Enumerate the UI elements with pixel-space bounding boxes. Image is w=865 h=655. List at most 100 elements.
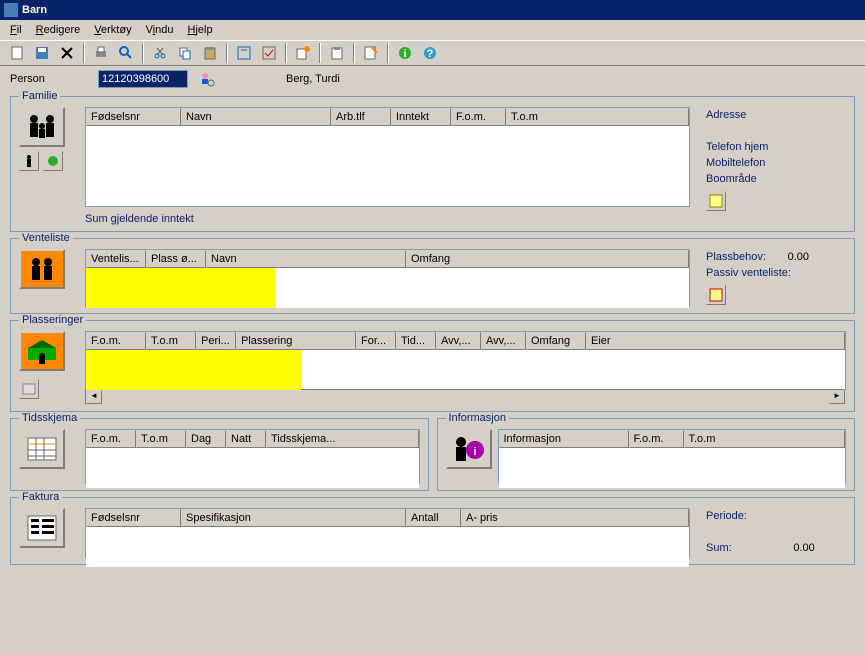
col-fom[interactable]: F.o.m. [86,332,146,350]
print-icon[interactable] [90,42,112,64]
menu-fil[interactable]: Fil [4,22,28,38]
col-navn[interactable]: Navn [206,250,406,268]
col-for[interactable]: For... [356,332,396,350]
venteliste-group: Venteliste Ventelis... Plass ø... Navn O… [10,238,855,314]
lbl-periode: Periode: [706,508,846,524]
person-id-input[interactable] [98,70,188,88]
plasseringer-scrollbar[interactable]: ◄ ► [85,389,846,405]
informasjon-table[interactable]: Informasjon F.o.m. T.o.m [498,429,847,484]
val-sum: 0.00 [775,540,815,556]
col-fom[interactable]: F.o.m. [451,108,506,126]
col-fom[interactable]: F.o.m. [629,430,684,448]
menu-verktoy[interactable]: Verktøy [88,22,137,38]
svg-text:i: i [473,446,476,458]
person-name: Berg, Turdi [286,73,340,85]
info-icon[interactable]: i [394,42,416,64]
tool2-icon[interactable] [258,42,280,64]
plasseringer-group: Plasseringer F.o.m. T.o.m Peri... Plasse… [10,320,855,412]
col-arbtlf[interactable]: Arb.tlf [331,108,391,126]
col-navn[interactable]: Navn [181,108,331,126]
menu-redigere[interactable]: Redigere [30,22,87,38]
col-fodselsnr[interactable]: Fødselsnr [86,108,181,126]
edit-icon[interactable] [360,42,382,64]
plasseringer-table[interactable]: F.o.m. T.o.m Peri... Plassering For... T… [85,331,846,389]
save-icon[interactable] [31,42,53,64]
sum-inntekt: Sum gjeldende inntekt [85,213,846,225]
search-icon[interactable] [115,42,137,64]
faktura-button[interactable] [19,508,65,548]
tidsskjema-button[interactable] [19,429,65,469]
col-omfang[interactable]: Omfang [406,250,689,268]
col-antall[interactable]: Antall [406,509,461,527]
scroll-right-icon[interactable]: ► [829,390,845,404]
tidsskjema-table[interactable]: F.o.m. T.o.m Dag Natt Tidsskjema... [85,429,420,484]
venteliste-button[interactable] [19,249,65,289]
menu-vindu[interactable]: Vindu [140,22,180,38]
delete-icon[interactable] [56,42,78,64]
informasjon-button[interactable]: i [446,429,492,469]
col-apris[interactable]: A- pris [461,509,689,527]
col-fom[interactable]: F.o.m. [86,430,136,448]
familie-sm1[interactable] [19,151,39,171]
lbl-sum: Sum: [706,542,732,554]
col-omfang[interactable]: Omfang [526,332,586,350]
app-icon [4,3,18,17]
note-icon[interactable] [706,191,726,211]
col-tid[interactable]: Tid... [396,332,436,350]
col-tom[interactable]: T.o.m [684,430,846,448]
toolbar: i ? [0,40,865,66]
faktura-table[interactable]: Fødselsnr Spesifikasjon Antall A- pris [85,508,690,558]
familie-button[interactable] [19,107,65,147]
col-inntekt[interactable]: Inntekt [391,108,451,126]
plasseringer-sm[interactable] [19,379,39,399]
col-ventelis[interactable]: Ventelis... [86,250,146,268]
col-eier[interactable]: Eier [586,332,845,350]
col-plass[interactable]: Plass ø... [146,250,206,268]
paste-icon[interactable] [199,42,221,64]
informasjon-legend: Informasjon [446,412,509,424]
familie-sm2[interactable] [43,151,63,171]
faktura-side: Periode: Sum: 0.00 [696,508,846,558]
col-dag[interactable]: Dag [186,430,226,448]
cut-icon[interactable] [149,42,171,64]
col-tom[interactable]: T.o.m [146,332,196,350]
menu-hjelp[interactable]: Hjelp [182,22,219,38]
person-bar: Person Berg, Turdi [0,66,865,92]
venteliste-note-icon[interactable] [706,285,726,305]
col-info[interactable]: Informasjon [499,430,629,448]
col-avv1[interactable]: Avv,... [436,332,481,350]
title-bar: Barn [0,0,865,20]
tool1-icon[interactable] [233,42,255,64]
col-plassering[interactable]: Plassering [236,332,356,350]
lbl-telefon: Telefon hjem [706,139,846,155]
new-icon[interactable] [6,42,28,64]
help-icon[interactable]: ? [419,42,441,64]
col-avv2[interactable]: Avv,... [481,332,526,350]
venteliste-legend: Venteliste [19,232,73,244]
scroll-left-icon[interactable]: ◄ [86,390,102,404]
col-tom[interactable]: T.o.m [506,108,689,126]
person-lookup-icon[interactable] [196,68,218,90]
informasjon-group: Informasjon i Informasjon F.o.m. T.o.m [437,418,856,491]
col-spes[interactable]: Spesifikasjon [181,509,406,527]
clipboard-icon[interactable] [326,42,348,64]
col-fodselsnr[interactable]: Fødselsnr [86,509,181,527]
person-label: Person [10,73,90,85]
menu-bar: Fil Redigere Verktøy Vindu Hjelp [0,20,865,40]
plasseringer-button[interactable] [19,331,65,371]
familie-table[interactable]: Fødselsnr Navn Arb.tlf Inntekt F.o.m. T.… [85,107,690,207]
col-peri[interactable]: Peri... [196,332,236,350]
venteliste-table[interactable]: Ventelis... Plass ø... Navn Omfang [85,249,690,307]
lbl-passiv: Passiv venteliste: [706,265,846,281]
col-tom[interactable]: T.o.m [136,430,186,448]
faktura-group: Faktura Fødselsnr Spesifikasjon Antall A… [10,497,855,565]
col-tidsskjema[interactable]: Tidsskjema... [266,430,419,448]
plasseringer-legend: Plasseringer [19,314,86,326]
tool3-icon[interactable] [292,42,314,64]
lbl-adresse: Adresse [706,107,846,123]
col-natt[interactable]: Natt [226,430,266,448]
copy-icon[interactable] [174,42,196,64]
tidsskjema-group: Tidsskjema F.o.m. T.o.m Dag Natt Tidsskj… [10,418,429,491]
faktura-legend: Faktura [19,491,62,503]
familie-legend: Familie [19,90,60,102]
